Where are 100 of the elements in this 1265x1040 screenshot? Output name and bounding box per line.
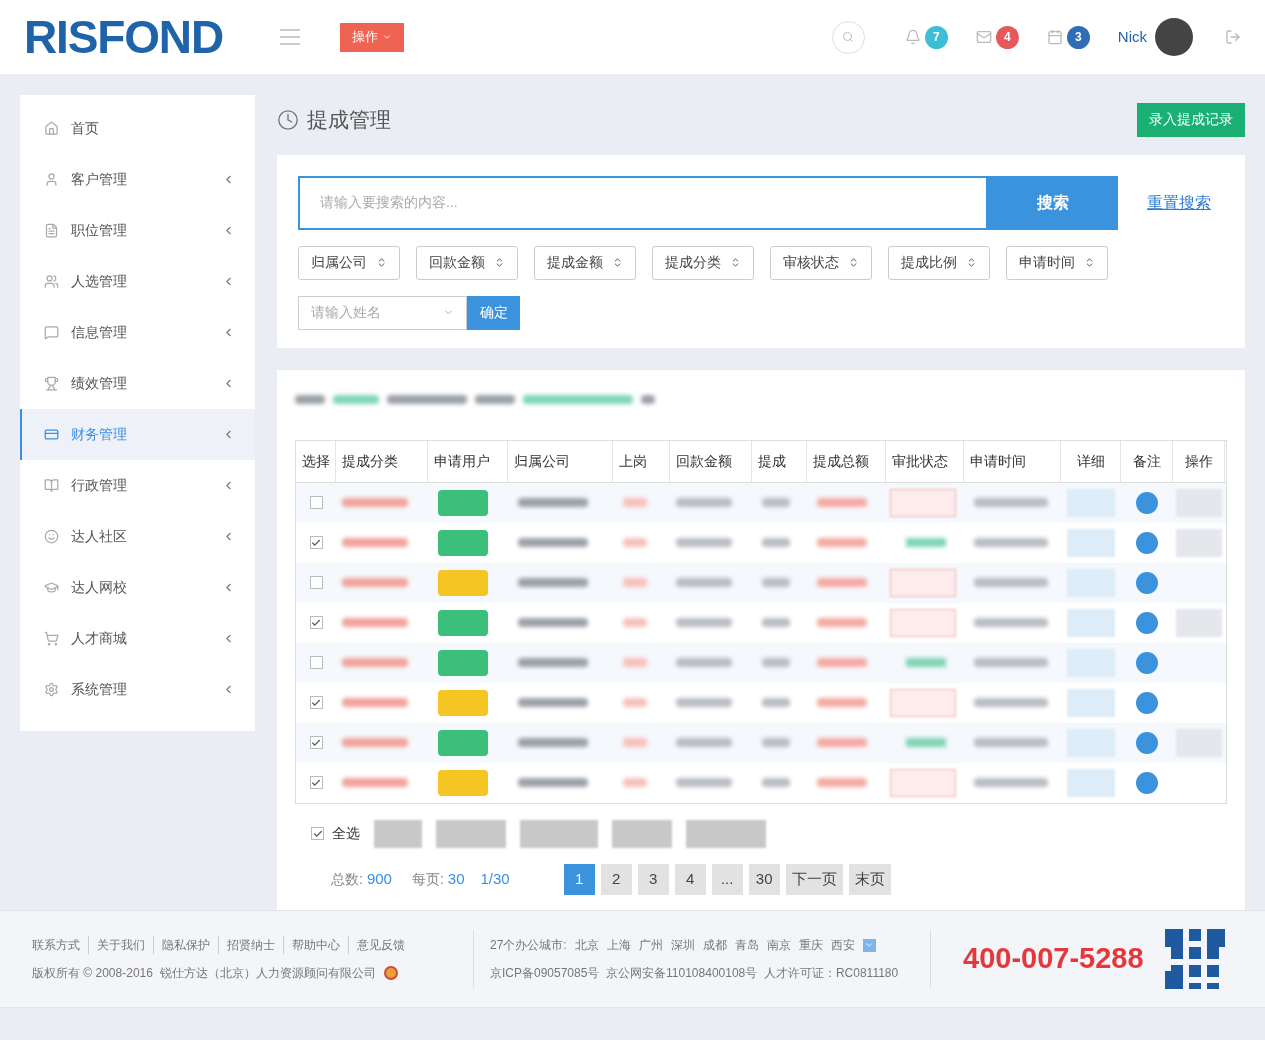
redacted-text [475,395,515,405]
page-icon [277,108,299,131]
filter-dropdown[interactable]: 申请时间 [1006,245,1108,280]
sidebar-item[interactable]: 达人社区 [20,511,255,562]
sidebar-item[interactable]: 职位管理 [20,205,255,256]
page-button[interactable]: 4 [674,863,706,895]
redacted-text [342,578,408,588]
column-header: 选择 [296,440,336,482]
page-button[interactable]: 30 [748,863,780,895]
detail-button[interactable] [1067,568,1115,597]
sort-icon [376,257,387,269]
column-header: 上岗 [613,440,670,482]
redacted-text [295,395,325,405]
cart-icon [44,631,59,646]
footer-link[interactable]: 意见反馈 [348,936,413,954]
sidebar-item[interactable]: 行政管理 [20,460,255,511]
checkbox[interactable] [309,696,323,710]
sidebar-item[interactable]: 信息管理 [20,307,255,358]
total-label: 总数: [331,869,363,889]
redacted-text [817,658,867,668]
sidebar-item[interactable]: 系统管理 [20,664,255,715]
filter-dropdown[interactable]: 提成分类 [652,245,754,280]
calendar-icon[interactable] [1046,29,1063,45]
redacted-text [342,658,408,668]
redacted-text [518,578,588,588]
city-link[interactable]: 南京 [766,936,791,954]
column-header: 详细 [1061,440,1121,482]
action-chip[interactable] [1176,608,1222,637]
expand-icon[interactable] [862,938,876,952]
redacted-text [623,498,647,508]
footer-link[interactable]: 招贤纳士 [218,936,283,954]
detail-button[interactable] [1067,608,1115,637]
checkbox[interactable] [309,616,323,630]
page-button[interactable]: 末页 [848,863,891,895]
footer-link[interactable]: 帮助中心 [283,936,348,954]
checkbox[interactable] [309,656,323,670]
detail-button[interactable] [1067,768,1115,797]
footer-link[interactable]: 联系方式 [32,936,88,954]
city-link[interactable]: 北京 [574,936,599,954]
checkbox[interactable] [311,827,324,841]
sidebar-item[interactable]: 人选管理 [20,256,255,307]
detail-button[interactable] [1067,488,1115,517]
redacted-text [676,538,732,548]
city-link[interactable]: 成都 [702,936,727,954]
redacted-text [817,778,867,788]
checkbox[interactable] [309,496,323,510]
reset-search-link[interactable]: 重置搜索 [1147,190,1211,215]
redacted-text [762,578,790,588]
filter-dropdown[interactable]: 归属公司 [298,245,400,280]
checkbox[interactable] [309,536,323,550]
city-link[interactable]: 重庆 [798,936,823,954]
settings-icon [44,682,59,697]
redacted-text [342,778,408,788]
column-header: 操作 [1173,440,1225,482]
action-chip[interactable] [1176,528,1222,557]
city-link[interactable]: 西安 [830,936,855,954]
trophy-icon [44,376,59,391]
detail-button[interactable] [1067,648,1115,677]
redacted-text [623,778,647,788]
detail-button[interactable] [1067,528,1115,557]
city-link[interactable]: 青岛 [734,936,759,954]
logout-icon[interactable] [1225,29,1241,45]
page-button[interactable]: 下一页 [785,863,843,895]
page-button[interactable]: 3 [637,863,669,895]
page-button[interactable]: ... [711,863,743,895]
sidebar-item[interactable]: 客户管理 [20,154,255,205]
redacted-text [623,658,647,668]
filter-dropdown[interactable]: 审核状态 [770,245,872,280]
detail-button[interactable] [1067,728,1115,757]
bulk-action-button[interactable] [686,819,766,848]
bulk-action-button[interactable] [612,819,672,848]
sidebar-item[interactable]: 人才商城 [20,613,255,664]
city-link[interactable]: 广州 [638,936,663,954]
column-header: 审批状态 [886,440,964,482]
footer-link[interactable]: 隐私保护 [153,936,218,954]
mail-icon[interactable] [975,29,992,45]
detail-button[interactable] [1067,688,1115,717]
bulk-action-button[interactable] [520,819,598,848]
filter-dropdown[interactable]: 回款金额 [416,245,518,280]
user-name[interactable]: Nick [1117,25,1147,49]
graduation-cap-icon [44,580,59,595]
sidebar-item[interactable]: 首页 [20,103,255,154]
footer-link[interactable]: 关于我们 [88,936,153,954]
city-link[interactable]: 上海 [606,936,631,954]
checkbox[interactable] [309,736,323,750]
page-button[interactable]: 2 [600,863,632,895]
checkbox[interactable] [309,576,323,590]
column-header: 提成分类 [336,440,428,482]
filter-dropdown[interactable]: 提成比例 [888,245,990,280]
sidebar-item[interactable]: 绩效管理 [20,358,255,409]
filter-dropdown[interactable]: 提成金额 [534,245,636,280]
checkbox[interactable] [309,776,323,790]
sidebar-item[interactable]: 达人网校 [20,562,255,613]
menu-icon[interactable] [280,29,300,45]
bell-icon[interactable] [904,29,921,45]
avatar[interactable] [1155,18,1193,56]
redacted-text [518,498,588,508]
bulk-action-button[interactable] [374,819,422,848]
city-link[interactable]: 深圳 [670,936,695,954]
bulk-action-button[interactable] [436,819,506,848]
